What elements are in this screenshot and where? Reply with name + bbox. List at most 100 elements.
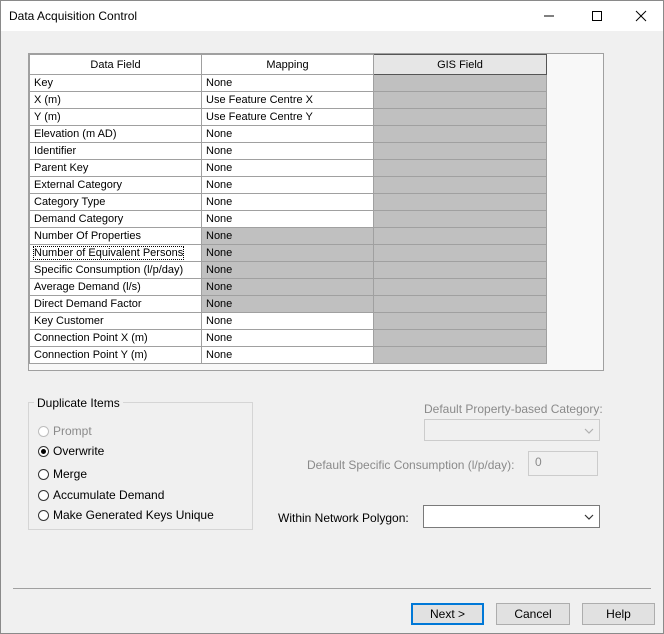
data-field-cell: X (m) xyxy=(29,91,202,109)
table-row[interactable]: Connection Point Y (m) None xyxy=(29,346,547,364)
gis-field-cell xyxy=(373,176,547,194)
radio-accumulate-indicator xyxy=(38,489,49,501)
data-field-text: Elevation (m AD) xyxy=(34,128,117,140)
mapping-cell[interactable]: None xyxy=(201,295,374,313)
data-field-cell: Direct Demand Factor xyxy=(29,295,202,313)
network-polygon-dropdown[interactable] xyxy=(423,505,600,528)
radio-prompt[interactable]: Prompt xyxy=(38,423,92,439)
data-field-text: X (m) xyxy=(34,94,61,106)
table-row[interactable]: Category Type None xyxy=(29,193,547,211)
table-row[interactable]: Number of Equivalent Persons None xyxy=(29,244,547,262)
mapping-cell[interactable]: Use Feature Centre Y xyxy=(201,108,374,126)
table-row[interactable]: Connection Point X (m) None xyxy=(29,329,547,347)
gis-field-cell xyxy=(373,159,547,177)
table-row[interactable]: Demand Category None xyxy=(29,210,547,228)
gis-field-cell xyxy=(373,74,547,92)
gis-field-cell xyxy=(373,244,547,262)
data-field-text: Specific Consumption (l/p/day) xyxy=(34,264,184,276)
mapping-cell[interactable]: None xyxy=(201,210,374,228)
maximize-button[interactable] xyxy=(574,0,620,31)
data-field-cell: Y (m) xyxy=(29,108,202,126)
data-field-cell: Parent Key xyxy=(29,159,202,177)
data-field-text: Parent Key xyxy=(34,162,89,174)
cancel-button[interactable]: Cancel xyxy=(496,603,570,625)
radio-merge[interactable]: Merge xyxy=(38,466,87,482)
data-field-cell: Connection Point Y (m) xyxy=(29,346,202,364)
radio-prompt-label: Prompt xyxy=(53,424,92,438)
table-row[interactable]: Number Of Properties None xyxy=(29,227,547,245)
gis-field-cell xyxy=(373,91,547,109)
radio-accumulate-demand[interactable]: Accumulate Demand xyxy=(38,487,164,503)
mapping-cell[interactable]: None xyxy=(201,125,374,143)
mapping-cell[interactable]: Use Feature Centre X xyxy=(201,91,374,109)
column-header-data-field[interactable]: Data Field xyxy=(29,54,202,75)
data-field-cell: Demand Category xyxy=(29,210,202,228)
mapping-cell[interactable]: None xyxy=(201,278,374,296)
mapping-cell[interactable]: None xyxy=(201,227,374,245)
data-field-cell: Number of Equivalent Persons xyxy=(29,244,202,262)
mapping-cell[interactable]: None xyxy=(201,329,374,347)
gis-field-cell xyxy=(373,278,547,296)
chevron-down-icon xyxy=(584,428,594,434)
radio-overwrite[interactable]: Overwrite xyxy=(38,443,104,459)
table-row[interactable]: Identifier None xyxy=(29,142,547,160)
radio-unique-indicator xyxy=(38,509,49,521)
table-row[interactable]: Key None xyxy=(29,74,547,92)
gis-field-cell xyxy=(373,210,547,228)
field-mapping-grid[interactable]: Data Field Mapping GIS Field Key None X (m… xyxy=(28,53,604,371)
data-field-cell: Number Of Properties xyxy=(29,227,202,245)
minimize-button[interactable] xyxy=(526,0,572,31)
mapping-cell[interactable]: None xyxy=(201,176,374,194)
data-field-cell: Identifier xyxy=(29,142,202,160)
gis-field-cell xyxy=(373,329,547,347)
data-field-text: External Category xyxy=(34,179,123,191)
table-row[interactable]: Parent Key None xyxy=(29,159,547,177)
mapping-cell[interactable]: None xyxy=(201,312,374,330)
gis-field-cell xyxy=(373,125,547,143)
mapping-cell[interactable]: None xyxy=(201,261,374,279)
column-header-gis-field[interactable]: GIS Field xyxy=(373,54,547,75)
table-row[interactable]: External Category None xyxy=(29,176,547,194)
table-row[interactable]: Direct Demand Factor None xyxy=(29,295,547,313)
mapping-cell[interactable]: None xyxy=(201,244,374,262)
default-consumption-field[interactable]: 0 xyxy=(528,451,598,476)
data-field-text: Identifier xyxy=(34,145,77,157)
gis-field-cell xyxy=(373,261,547,279)
mapping-cell[interactable]: None xyxy=(201,142,374,160)
data-field-text: Connection Point Y (m) xyxy=(34,349,148,361)
table-row[interactable]: Average Demand (l/s) None xyxy=(29,278,547,296)
mapping-cell[interactable]: None xyxy=(201,193,374,211)
gis-field-cell xyxy=(373,346,547,364)
mapping-cell[interactable]: None xyxy=(201,346,374,364)
data-field-cell: Category Type xyxy=(29,193,202,211)
data-field-text: Key Customer xyxy=(34,315,104,327)
next-button[interactable]: Next > xyxy=(411,603,484,625)
column-header-mapping[interactable]: Mapping xyxy=(201,54,374,75)
default-category-dropdown[interactable] xyxy=(424,419,600,441)
window-title: Data Acquisition Control xyxy=(9,9,138,23)
radio-unique-keys[interactable]: Make Generated Keys Unique xyxy=(38,507,214,523)
table-row[interactable]: Elevation (m AD) None xyxy=(29,125,547,143)
title-bar: Data Acquisition Control xyxy=(0,0,664,31)
table-row[interactable]: Y (m) Use Feature Centre Y xyxy=(29,108,547,126)
mapping-cell[interactable]: None xyxy=(201,159,374,177)
data-field-cell: Key Customer xyxy=(29,312,202,330)
gis-field-cell xyxy=(373,295,547,313)
radio-overwrite-label: Overwrite xyxy=(53,444,105,458)
radio-accumulate-label: Accumulate Demand xyxy=(53,488,165,502)
data-field-text: Category Type xyxy=(34,196,106,208)
data-field-text: Number Of Properties xyxy=(34,230,141,242)
chevron-down-icon xyxy=(584,514,594,520)
radio-overwrite-indicator xyxy=(38,445,49,457)
table-row[interactable]: Specific Consumption (l/p/day) None xyxy=(29,261,547,279)
mapping-cell[interactable]: None xyxy=(201,74,374,92)
table-row[interactable]: Key Customer None xyxy=(29,312,547,330)
gis-field-cell xyxy=(373,142,547,160)
table-row[interactable]: X (m) Use Feature Centre X xyxy=(29,91,547,109)
data-field-cell: Elevation (m AD) xyxy=(29,125,202,143)
close-button[interactable] xyxy=(618,0,664,31)
network-polygon-label: Within Network Polygon: xyxy=(278,511,409,525)
radio-unique-label: Make Generated Keys Unique xyxy=(53,508,214,522)
data-field-text: Key xyxy=(34,77,53,89)
help-button[interactable]: Help xyxy=(582,603,655,625)
